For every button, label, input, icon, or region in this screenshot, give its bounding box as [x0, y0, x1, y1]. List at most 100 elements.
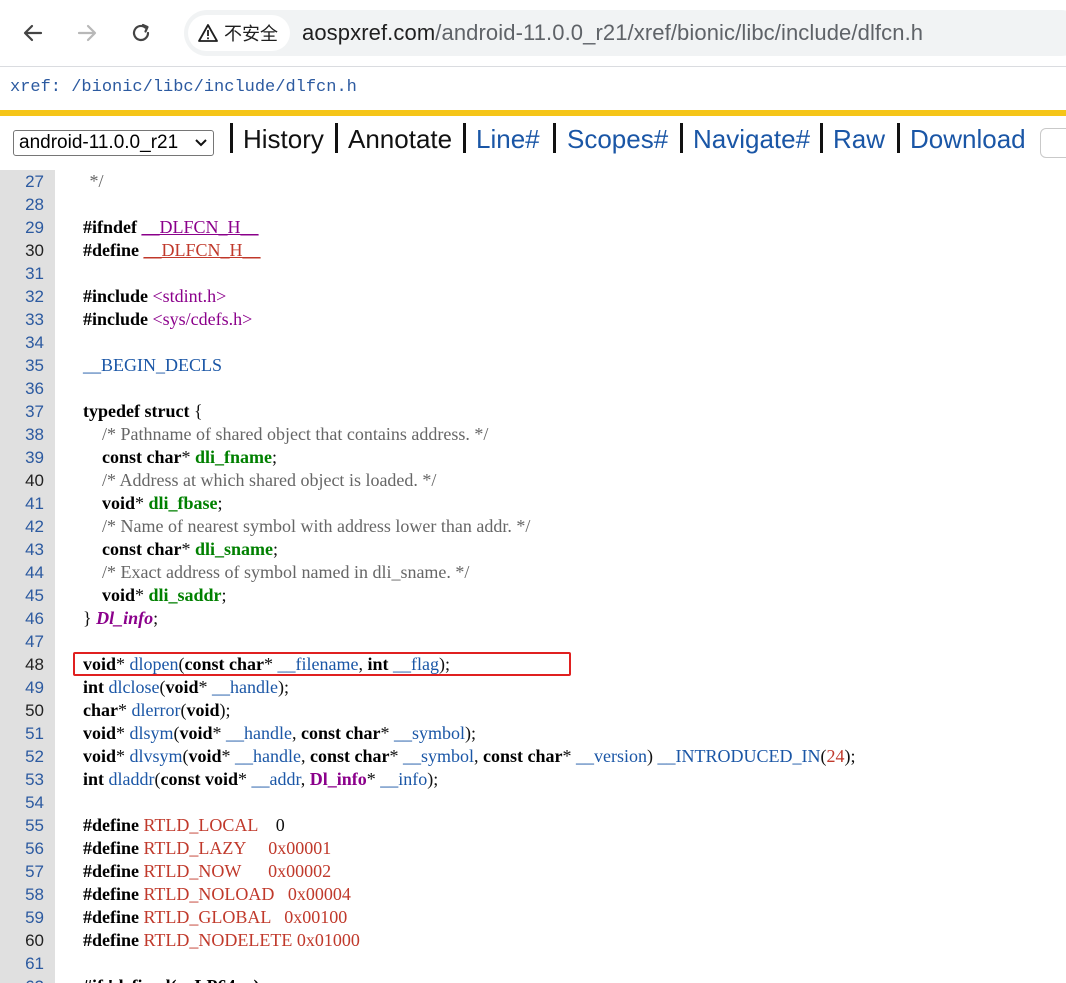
line-number-row: 36: [0, 377, 1066, 400]
url-path: /android-11.0.0_r21/xref/bionic/libc/inc…: [435, 20, 924, 45]
preprocessor-keyword: #define: [83, 907, 139, 927]
number-literal: 0x00001: [268, 838, 332, 858]
keyword: void: [186, 700, 220, 720]
number-literal: 0x01000: [296, 930, 360, 950]
code-line: #include <sys/cdefs.h>: [0, 308, 1066, 331]
line-number[interactable]: 47: [0, 630, 44, 653]
code-line: void* dli_saddr;: [102, 585, 227, 605]
preprocessor-keyword: #ifndef: [83, 217, 137, 237]
macro-link[interactable]: __BEGIN_DECLS: [83, 354, 222, 377]
macro-link[interactable]: RTLD_NOW: [144, 861, 242, 881]
macro-link[interactable]: RTLD_LOCAL: [144, 815, 258, 835]
preprocessor-keyword: #define: [83, 930, 139, 950]
keyword: const void: [160, 769, 239, 789]
function-link[interactable]: dlclose: [109, 677, 160, 697]
keyword: void: [102, 585, 136, 605]
macro-link[interactable]: __DLFCN_H__: [144, 240, 261, 260]
param-link[interactable]: __addr: [252, 769, 301, 789]
raw-link[interactable]: Raw: [833, 124, 885, 155]
keyword: void: [102, 493, 136, 513]
param-link[interactable]: __symbol: [394, 723, 465, 743]
comment: /* Address at which shared object is loa…: [102, 470, 437, 490]
security-indicator[interactable]: 不安全: [188, 15, 290, 51]
preprocessor-keyword: #define: [83, 861, 139, 881]
revision-select[interactable]: android-11.0.0_r21: [13, 130, 214, 156]
field-link[interactable]: dli_saddr: [149, 585, 222, 605]
search-input[interactable]: [1040, 128, 1066, 158]
code-line: __BEGIN_DECLS: [0, 354, 1066, 377]
macro-link[interactable]: RTLD_NOLOAD: [144, 884, 275, 904]
type-link[interactable]: Dl_info: [96, 608, 153, 628]
function-link[interactable]: dlsym: [130, 723, 174, 743]
preprocessor-keyword: #define: [83, 884, 139, 904]
scopes-link[interactable]: Scopes#: [567, 124, 668, 155]
keyword: const char: [483, 746, 563, 766]
number-literal: 0x00004: [287, 884, 351, 904]
line-number[interactable]: 31: [0, 262, 44, 285]
macro-link[interactable]: __INTRODUCED_IN: [658, 746, 821, 766]
field-link[interactable]: dli_sname: [195, 539, 273, 559]
param-link[interactable]: __version: [576, 746, 647, 766]
macro-link[interactable]: RTLD_NODELETE: [144, 930, 293, 950]
line-number-row: 28: [0, 193, 1066, 216]
param-link[interactable]: __handle: [226, 723, 292, 743]
code-line: } Dl_info;: [83, 608, 159, 628]
annotate-link[interactable]: Annotate: [348, 124, 452, 155]
warning-icon: [198, 24, 218, 42]
code-line: #define RTLD_NOW 0x00002: [0, 860, 1066, 883]
keyword: void: [83, 723, 117, 743]
param-link[interactable]: __handle: [235, 746, 301, 766]
line-number[interactable]: 28: [0, 193, 44, 216]
forward-button[interactable]: [69, 15, 105, 51]
param-link[interactable]: __info: [380, 769, 427, 789]
field-link[interactable]: dli_fbase: [149, 493, 218, 513]
code-line: #define __DLFCN_H__: [0, 239, 1066, 262]
include-link[interactable]: <sys/cdefs.h>: [153, 309, 253, 329]
keyword: const char: [102, 447, 182, 467]
line-number[interactable]: 34: [0, 331, 44, 354]
chevron-down-icon: [195, 139, 207, 147]
number-literal: 24: [826, 746, 845, 766]
address-bar[interactable]: 不安全 aospxref.com/android-11.0.0_r21/xref…: [184, 10, 1066, 56]
line-number-row: 47: [0, 630, 1066, 653]
separator: [335, 123, 338, 153]
file-toolbar: android-11.0.0_r21 History Annotate Line…: [0, 117, 1066, 169]
padding: [246, 838, 269, 858]
comment: /* Exact address of symbol named in dli_…: [102, 562, 470, 582]
function-link[interactable]: dlerror: [132, 700, 181, 720]
macro-link[interactable]: RTLD_LAZY: [144, 838, 246, 858]
reload-button[interactable]: [123, 15, 159, 51]
type-link[interactable]: Dl_info: [310, 769, 367, 789]
line-number-row: 61: [0, 952, 1066, 975]
code-line: #define RTLD_GLOBAL 0x00100: [0, 906, 1066, 929]
function-link[interactable]: dladdr: [109, 769, 155, 789]
field-link[interactable]: dli_fname: [195, 447, 272, 467]
highlight-box: [73, 652, 571, 676]
url-text[interactable]: aospxref.com/android-11.0.0_r21/xref/bio…: [302, 20, 923, 46]
line-number[interactable]: 54: [0, 791, 44, 814]
include-link[interactable]: <stdint.h>: [153, 286, 227, 306]
security-label: 不安全: [224, 24, 278, 44]
history-link[interactable]: History: [243, 124, 324, 155]
line-numbers-link[interactable]: Line#: [476, 124, 540, 155]
back-button[interactable]: [15, 15, 51, 51]
param-link[interactable]: __handle: [212, 677, 278, 697]
macro-link[interactable]: __DLFCN_H__: [142, 217, 259, 237]
code-line: typedef struct {: [0, 400, 1066, 423]
code-line: #define RTLD_LAZY 0x00001: [0, 837, 1066, 860]
line-number[interactable]: 36: [0, 377, 44, 400]
macro-link[interactable]: RTLD_GLOBAL: [144, 907, 271, 927]
xref-prefix[interactable]: xref:: [10, 78, 61, 97]
preprocessor-keyword: #define: [83, 240, 139, 260]
xref-path-link[interactable]: /bionic/libc/include/dlfcn.h: [71, 78, 357, 97]
param-link[interactable]: __symbol: [403, 746, 474, 766]
number-literal: 0x00002: [268, 861, 332, 881]
code-line: void* dli_fbase;: [102, 493, 223, 513]
keyword: struct: [144, 401, 190, 421]
separator: [820, 123, 823, 153]
download-link[interactable]: Download: [910, 124, 1026, 155]
navigate-link[interactable]: Navigate#: [693, 124, 810, 155]
padding: [258, 815, 276, 835]
line-number[interactable]: 61: [0, 952, 44, 975]
function-link[interactable]: dlvsym: [130, 746, 183, 766]
